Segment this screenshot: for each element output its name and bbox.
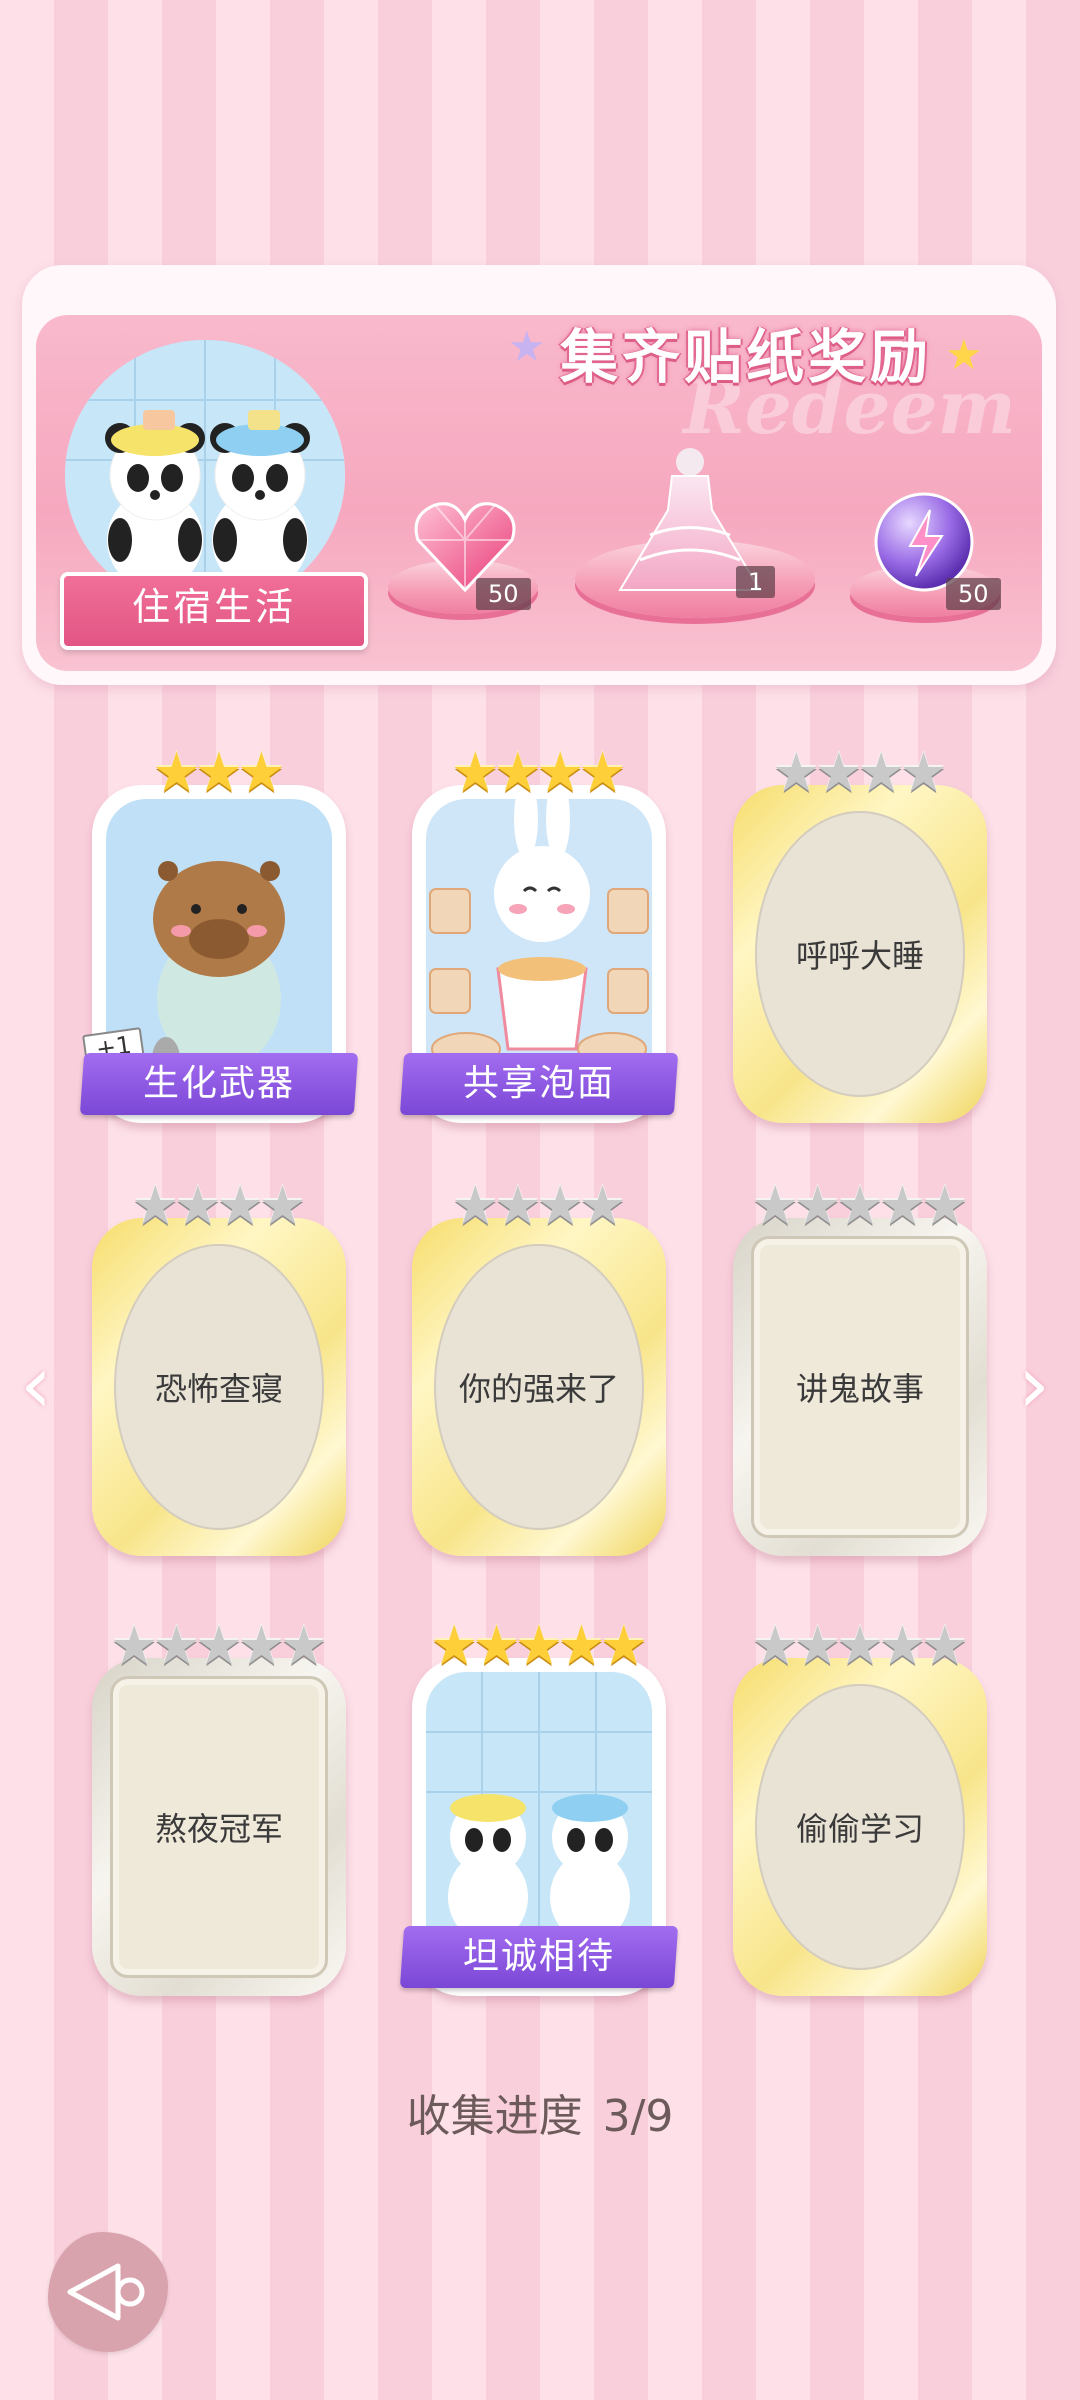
star-icon: ★ [536, 741, 585, 804]
previous-page-arrow-icon[interactable]: ‹ [20, 1338, 52, 1431]
sticker-card[interactable]: 恐怖查寝 ★★★★ [92, 1178, 346, 1556]
star-icon: ★ [557, 1614, 606, 1677]
reward-count: 1 [736, 566, 776, 598]
star-icon: ★ [835, 1614, 885, 1677]
star-icon: ★ [920, 1174, 970, 1237]
category-illustration [65, 340, 345, 610]
card-name: 讲鬼故事 [795, 1370, 924, 1408]
sticker-card[interactable]: 讲鬼故事 ★★★★★ [733, 1178, 987, 1556]
sticker-card[interactable]: ★★★ +1 生化武器 [79, 745, 359, 1123]
star-icon: ★ [920, 1614, 970, 1677]
star-icon: ★ [599, 1614, 649, 1677]
star-icon: ★ [216, 1174, 265, 1237]
card-name: 呼呼大睡 [795, 937, 924, 975]
star-icon: ★ [493, 1174, 542, 1237]
collection-progress: 收集进度 3/9 [0, 2080, 1080, 2144]
sticker-card[interactable]: 呼呼大睡 ★★★★ [733, 745, 987, 1123]
star-icon: ★ [429, 1614, 479, 1677]
card-name-band: 生化武器 [79, 1053, 359, 1115]
star-icon: ★ [472, 1614, 521, 1677]
star-icon: ★ [258, 1174, 307, 1237]
star-icon: ★ [878, 1174, 927, 1237]
star-icon: ★ [899, 741, 948, 804]
sticker-card[interactable]: 熬夜冠军 ★★★★★ [92, 1618, 346, 1996]
star-icon: ★ [514, 1614, 564, 1677]
star-icon: ★ [279, 1614, 329, 1677]
progress-value: 3/9 [602, 2091, 674, 2142]
next-page-arrow-icon[interactable]: › [1018, 1338, 1050, 1431]
star-icon: ★ [194, 1614, 244, 1677]
sticker-card[interactable]: ★★★★ 共享泡面 [399, 745, 679, 1123]
card-name: 偷偷学习 [795, 1810, 924, 1848]
star-icon: ★ [750, 1614, 800, 1677]
star-icon: ★ [109, 1614, 159, 1677]
reward-count: 50 [946, 578, 1001, 610]
card-name-band: 共享泡面 [399, 1053, 679, 1115]
star-icon: ★ [194, 741, 244, 804]
category-label: 住宿生活 [60, 572, 368, 650]
sticker-card[interactable]: 偷偷学习 ★★★★★ [733, 1618, 987, 1996]
star-icon: ★ [536, 1174, 585, 1237]
star-icon: ★ [578, 741, 627, 804]
star-icon: ★ [772, 741, 821, 804]
card-name: 恐怖查寝 [154, 1370, 283, 1408]
star-icon: ★ [793, 1614, 842, 1677]
star-icon: ★ [493, 741, 542, 804]
star-icon: ★ [152, 1614, 201, 1677]
star-icon: ★ [237, 741, 286, 804]
back-button[interactable] [48, 2232, 168, 2352]
star-icon: ★ [237, 1614, 286, 1677]
star-icon: ★ [835, 1174, 885, 1237]
star-icon: ★ [814, 741, 863, 804]
star-icon: ★ [793, 1174, 842, 1237]
star-icon: ★ [578, 1174, 627, 1237]
star-icon: ★ [451, 1174, 500, 1237]
star-icon: ★ [451, 741, 500, 804]
banner-title: 集齐贴纸奖励 [560, 323, 933, 391]
star-icon: ★ [152, 741, 201, 804]
star-icon: ★ [750, 1174, 800, 1237]
star-icon: ★ [173, 1174, 222, 1237]
reward-count: 50 [476, 578, 531, 610]
card-name: 你的强来了 [458, 1370, 619, 1408]
star-decoration-icon: ★ [508, 322, 546, 371]
card-name: 熬夜冠军 [154, 1810, 283, 1848]
star-icon: ★ [878, 1614, 927, 1677]
star-icon: ★ [857, 741, 906, 804]
card-name-band: 坦诚相待 [399, 1926, 679, 1988]
back-arrow-icon [67, 2263, 145, 2321]
sticker-card[interactable]: 你的强来了 ★★★★ [412, 1178, 666, 1556]
progress-label: 收集进度 [406, 2091, 583, 2142]
star-decoration-icon: ★ [945, 330, 983, 379]
star-icon: ★ [131, 1174, 180, 1237]
sticker-card[interactable]: ★★★★★ 坦诚相待 [399, 1618, 679, 1996]
